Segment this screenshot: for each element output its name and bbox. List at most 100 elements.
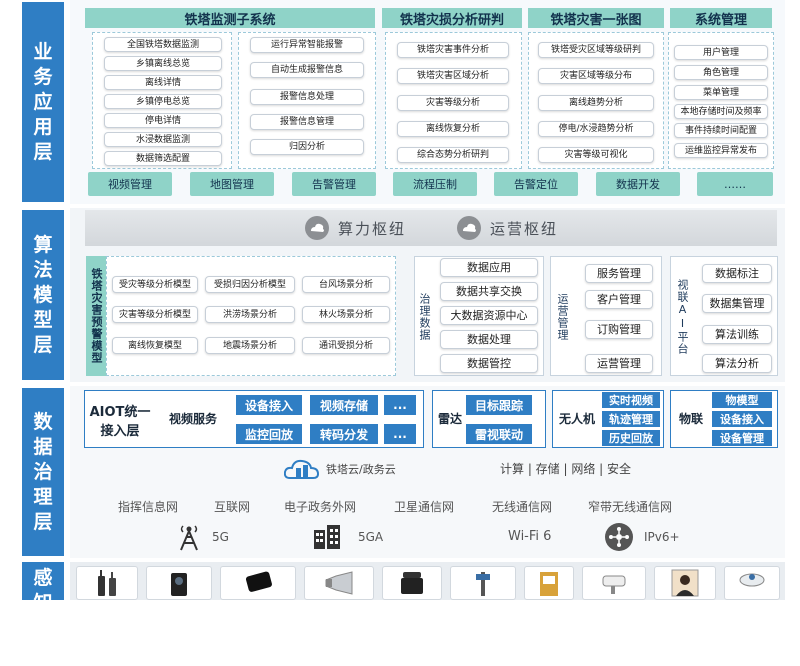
gov-data-item[interactable]: 数据处理	[440, 330, 538, 349]
monitor-alarm-item[interactable]: 报警信息处理	[250, 89, 364, 105]
ai-platform-item[interactable]: 算法训练	[702, 325, 772, 344]
transcode-dist-button[interactable]: 转码分发	[310, 424, 378, 444]
ai-platform-item[interactable]: 数据集管理	[702, 294, 772, 313]
monitor-item[interactable]: 停电详情	[104, 113, 222, 128]
monitor-alarm-item[interactable]: 运行异常智能报警	[250, 37, 364, 53]
network-label: 无线通信网	[492, 500, 553, 514]
map-item[interactable]: 离线趋势分析	[538, 95, 654, 111]
warn-model-item[interactable]: 离线恢复模型	[112, 337, 198, 354]
monitor-alarm-item[interactable]: 归因分析	[250, 139, 364, 155]
tower-sensor-device	[450, 566, 516, 600]
tool-video-button[interactable]: 视频管理	[88, 172, 172, 196]
tool-more-button[interactable]: ……	[697, 172, 773, 196]
tool-alarm-button[interactable]: 告警管理	[292, 172, 376, 196]
data-gov-layer-text: 数据治理层	[33, 410, 53, 533]
monitor-alarm-item[interactable]: 报警信息管理	[250, 114, 364, 130]
monitor-item[interactable]: 乡镇离线总览	[104, 56, 222, 71]
system-item[interactable]: 本地存储时间及频率	[674, 104, 768, 119]
iot-device-mgmt-button[interactable]: 设备管理	[712, 430, 772, 446]
monitor-playback-button[interactable]: 监控回放	[236, 424, 302, 444]
network-label: 窄带无线通信网	[588, 500, 673, 514]
ops-mgmt-item[interactable]: 订购管理	[585, 320, 653, 339]
cloud-building-icon	[284, 459, 320, 479]
video-storage-button[interactable]: 视频存储	[310, 395, 378, 415]
aiot-label: AIOT统一接入层	[89, 405, 151, 439]
tool-locate-button[interactable]: 告警定位	[494, 172, 578, 196]
system-item[interactable]: 运维监控异常发布	[674, 143, 768, 158]
warn-model-item[interactable]: 通讯受损分析	[302, 337, 390, 354]
speaker-device	[304, 566, 374, 600]
thing-model-button[interactable]: 物模型	[712, 392, 772, 408]
deskphone-icon	[401, 572, 423, 594]
radar-video-link-button[interactable]: 雷视联动	[466, 424, 532, 444]
ops-mgmt-title-wrap: 运营管理	[552, 272, 572, 362]
tool-map-button[interactable]: 地图管理	[190, 172, 274, 196]
tech-ipv6: IPv6+	[604, 522, 704, 552]
system-item[interactable]: 事件持续时间配置	[674, 123, 768, 138]
map-item[interactable]: 铁塔受灾区域等级研判	[538, 42, 654, 58]
gov-data-item[interactable]: 数据应用	[440, 258, 538, 277]
system-item[interactable]: 菜单管理	[674, 85, 768, 100]
warn-model-item[interactable]: 受灾等级分析模型	[112, 276, 198, 293]
warn-model-item[interactable]: 洪涝场景分析	[205, 306, 295, 323]
monitor-item[interactable]: 乡镇停电总览	[104, 94, 222, 109]
monitor-item[interactable]: 水浸数据监测	[104, 132, 222, 147]
map-item[interactable]: 灾害等级可视化	[538, 147, 654, 163]
warn-model-item[interactable]: 地震场景分析	[205, 337, 295, 354]
monitor-alarm-item[interactable]: 自动生成报警信息	[250, 62, 364, 78]
iot-label: 物联	[678, 411, 703, 426]
iot-device-access-button[interactable]: 设备接入	[712, 411, 772, 427]
ai-platform-item[interactable]: 数据标注	[702, 264, 772, 283]
monitor-item[interactable]: 离线详情	[104, 75, 222, 90]
tool-flow-button[interactable]: 流程压制	[393, 172, 477, 196]
ops-mgmt-item[interactable]: 运营管理	[585, 354, 653, 373]
warn-model-item[interactable]: 受损归因分析模型	[205, 276, 295, 293]
warn-model-title: 铁塔灾害预警模型	[90, 268, 103, 364]
gov-data-item[interactable]: 数据管控	[440, 354, 538, 373]
warn-model-item[interactable]: 台风场景分析	[302, 276, 390, 293]
analysis-item[interactable]: 铁塔灾害区域分析	[397, 68, 509, 84]
warn-model-item[interactable]: 林火场景分析	[302, 306, 390, 323]
video-more-button[interactable]: ...	[384, 395, 416, 415]
cloud-label: 铁塔云/政务云	[326, 463, 396, 476]
warn-model-item[interactable]: 灾害等级分析模型	[112, 306, 198, 323]
tech-wifi6-label: Wi-Fi 6	[508, 529, 552, 544]
system-item[interactable]: 用户管理	[674, 45, 768, 60]
analysis-item[interactable]: 铁塔灾害事件分析	[397, 42, 509, 58]
live-video-button[interactable]: 实时视频	[602, 392, 660, 408]
tech-5g: 5G	[176, 522, 256, 552]
target-track-button[interactable]: 目标跟踪	[466, 395, 532, 415]
tower-sensor-icon	[476, 572, 490, 596]
tech-5ga: 5GA	[312, 522, 412, 552]
body-camera-icon	[171, 573, 187, 596]
cloud-icon	[304, 216, 329, 240]
monitor-item[interactable]: 全国铁塔数据监测	[104, 37, 222, 52]
video-more2-button[interactable]: ...	[384, 424, 416, 444]
gov-data-item[interactable]: 数据共享交换	[440, 282, 538, 301]
map-item[interactable]: 停电/水浸趋势分析	[538, 121, 654, 137]
warn-model-title-bar: 铁塔灾害预警模型	[86, 256, 106, 376]
hub-bar: 算力枢纽 运营枢纽	[85, 210, 777, 246]
disaster-map-title: 铁塔灾害一张图	[528, 8, 664, 28]
phone-device	[220, 566, 296, 600]
system-item[interactable]: 角色管理	[674, 65, 768, 80]
cloud-row: 铁塔云/政务云	[284, 455, 464, 483]
track-mgmt-button[interactable]: 轨迹管理	[602, 411, 660, 427]
ops-mgmt-item[interactable]: 客户管理	[585, 290, 653, 309]
device-access-button[interactable]: 设备接入	[236, 395, 302, 415]
ai-platform-item[interactable]: 算法分析	[702, 354, 772, 373]
history-playback-button[interactable]: 历史回放	[602, 430, 660, 446]
disaster-analysis-title: 铁塔灾损分析研判	[382, 8, 522, 28]
ops-mgmt-item[interactable]: 服务管理	[585, 264, 653, 283]
tech-ipv6-label: IPv6+	[644, 530, 680, 544]
tool-dev-button[interactable]: 数据开发	[596, 172, 680, 196]
analysis-item[interactable]: 综合态势分析研判	[397, 147, 509, 163]
ai-platform-title: 视联AI平台	[676, 279, 689, 355]
analysis-item[interactable]: 离线恢复分析	[397, 121, 509, 137]
monitor-title: 铁塔监测子系统	[85, 8, 375, 28]
map-item[interactable]: 灾害区域等级分布	[538, 68, 654, 84]
gov-data-item[interactable]: 大数据资源中心	[440, 306, 538, 325]
smartphone-icon	[245, 571, 272, 592]
monitor-item[interactable]: 数据筛选配置	[104, 151, 222, 166]
analysis-item[interactable]: 灾害等级分析	[397, 95, 509, 111]
